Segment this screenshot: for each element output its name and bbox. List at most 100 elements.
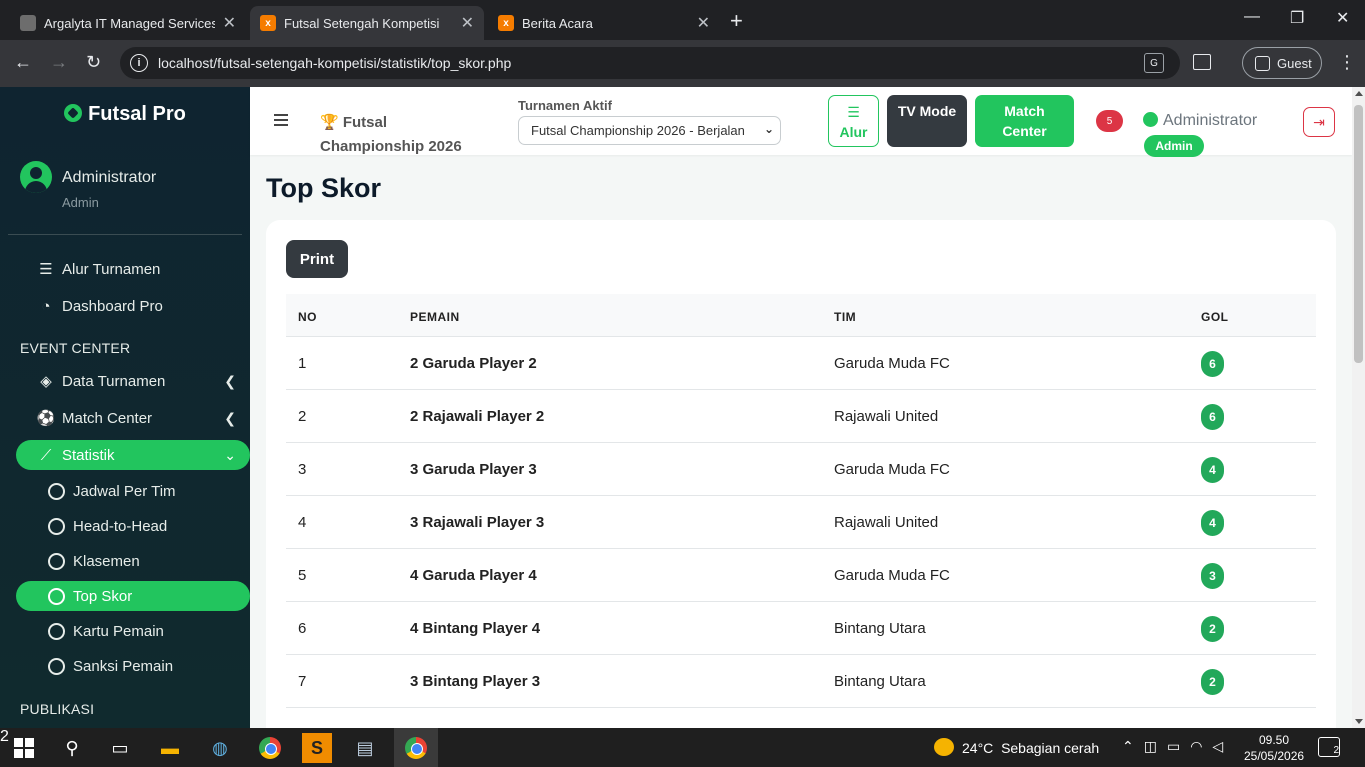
- chrome-app-icon[interactable]: [255, 733, 285, 763]
- sidebar-divider: [8, 234, 242, 235]
- browser-tab[interactable]: x Berita Acara ✕: [488, 6, 720, 40]
- browser-tab[interactable]: Argalyta IT Managed Services & ✕: [10, 6, 246, 40]
- task-view-icon[interactable]: ▭: [105, 733, 135, 763]
- table-row: 5 4 Garuda Player 4 Garuda Muda FC 3: [286, 549, 1316, 602]
- translate-icon[interactable]: G: [1144, 53, 1164, 73]
- sidebar-item-alur-turnamen[interactable]: ☰ Alur Turnamen: [16, 254, 250, 284]
- clock-time: 09.50: [1258, 733, 1290, 747]
- wifi-icon[interactable]: ◠: [1190, 738, 1212, 754]
- logout-icon: ⇥: [1313, 113, 1325, 130]
- table-row: 2 2 Rajawali Player 2 Rajawali United 6: [286, 390, 1316, 443]
- row-no: 3: [298, 461, 307, 478]
- search-icon[interactable]: ⚲: [57, 733, 87, 763]
- column-header-pemain[interactable]: PEMAIN: [410, 310, 460, 324]
- minimize-icon[interactable]: —: [1244, 8, 1260, 26]
- list-icon: ☰: [847, 104, 860, 120]
- match-center-button[interactable]: Match Center: [975, 95, 1074, 147]
- address-bar[interactable]: i localhost/futsal-setengah-kompetisi/st…: [120, 47, 1180, 79]
- circle-icon: [48, 587, 65, 605]
- sidebar-subitem-top-skor[interactable]: Top Skor: [16, 581, 250, 611]
- column-header-gol[interactable]: GOL: [1201, 310, 1229, 324]
- notepad-icon[interactable]: ▤: [350, 733, 380, 763]
- restore-icon[interactable]: ❐: [1290, 8, 1304, 28]
- brand[interactable]: Futsal Pro: [0, 103, 250, 126]
- chevron-down-icon: ⌄: [763, 122, 774, 136]
- window-close-icon[interactable]: ✕: [1336, 8, 1349, 28]
- sublime-text-icon[interactable]: S: [302, 733, 332, 763]
- scrollbar-thumb[interactable]: [1354, 105, 1363, 363]
- browser-tab-active[interactable]: x Futsal Setengah Kompetisi ✕: [250, 6, 484, 40]
- table-row: 3 3 Garuda Player 3 Garuda Muda FC 4: [286, 443, 1316, 496]
- layers-icon: ◈: [40, 373, 52, 390]
- logout-button[interactable]: ⇥: [1303, 107, 1335, 137]
- close-icon[interactable]: ✕: [461, 13, 474, 33]
- site-favicon-icon: x: [498, 15, 514, 31]
- table-row: 6 4 Bintang Player 4 Bintang Utara 2: [286, 602, 1316, 655]
- admin-user-menu[interactable]: Administrator: [1143, 112, 1257, 130]
- notification-badge[interactable]: 5: [1096, 110, 1123, 132]
- hamburger-menu-icon[interactable]: [274, 114, 288, 126]
- navbar-title-text: Futsal Championship 2026: [320, 114, 462, 155]
- site-info-icon[interactable]: i: [130, 54, 148, 72]
- notification-center-icon[interactable]: 2: [1318, 737, 1340, 757]
- sidebar-item-dashboard-pro[interactable]: ◔ Dashboard Pro: [16, 291, 250, 321]
- sidebar-item-statistik[interactable]: ⟋ Statistik ⌄: [16, 440, 250, 470]
- os-taskbar: ⚲ ▭ ▬ ◍ S ▤ 24°C Sebagian cerah 2 ⌃◫▭◠◁ …: [0, 728, 1365, 767]
- chevron-up-icon[interactable]: ⌃: [1122, 738, 1144, 754]
- close-icon[interactable]: ✕: [697, 13, 710, 33]
- table-header: NO PEMAIN TIM GOL: [286, 294, 1316, 337]
- back-arrow-icon[interactable]: ←: [14, 52, 32, 73]
- sidebar-section-publikasi: PUBLIKASI: [20, 701, 95, 717]
- row-tim: Rajawali United: [834, 514, 939, 531]
- taskbar-clock[interactable]: 09.50 25/05/2026: [1244, 732, 1304, 764]
- chrome-icon: [405, 736, 427, 759]
- admin-role-badge: Admin: [1144, 135, 1204, 157]
- sidebar-subitem-klasemen[interactable]: Klasemen: [16, 546, 250, 576]
- row-pemain: 3 Rajawali Player 3: [410, 514, 545, 531]
- gol-badge: 4: [1201, 457, 1224, 483]
- circle-icon: [48, 517, 65, 535]
- forward-arrow-icon[interactable]: →: [50, 52, 68, 73]
- row-no: 2: [298, 408, 307, 425]
- camera-icon[interactable]: ◫: [1144, 738, 1167, 754]
- column-header-no[interactable]: NO: [298, 310, 317, 324]
- sidebar-subitem-jadwal-per-tim[interactable]: Jadwal Per Tim: [16, 476, 250, 506]
- row-no: 4: [298, 514, 307, 531]
- system-tray[interactable]: ⌃◫▭◠◁: [1122, 738, 1233, 755]
- alur-button[interactable]: ☰ Alur: [828, 95, 879, 147]
- profile-button[interactable]: Guest: [1242, 47, 1322, 79]
- sidebar-item-data-turnamen[interactable]: ◈ Data Turnamen ❮: [16, 366, 250, 396]
- scroll-up-arrow-icon[interactable]: [1355, 91, 1363, 96]
- column-header-tim[interactable]: TIM: [834, 310, 856, 324]
- menu-kebab-icon[interactable]: ⋮: [1338, 52, 1356, 73]
- reload-icon[interactable]: ↻: [86, 52, 101, 73]
- file-explorer-icon[interactable]: ▬: [155, 733, 185, 763]
- page-viewport: Futsal Pro Administrator Admin ☰ Alur Tu…: [0, 87, 1365, 728]
- close-icon[interactable]: ✕: [223, 13, 236, 33]
- windows-start-icon[interactable]: [14, 738, 34, 758]
- scroll-down-arrow-icon[interactable]: [1355, 719, 1363, 724]
- sidebar-subitem-kartu-pemain[interactable]: Kartu Pemain: [16, 616, 250, 646]
- network-globe-icon[interactable]: ◍: [205, 733, 235, 763]
- page-scrollbar[interactable]: [1352, 87, 1365, 728]
- chrome-active-app-icon[interactable]: [394, 728, 438, 767]
- sidebar-subitem-label: Sanksi Pemain: [73, 657, 174, 675]
- sidebar-subitem-sanksi-pemain[interactable]: Sanksi Pemain: [16, 651, 250, 681]
- turnamen-select[interactable]: Futsal Championship 2026 - Berjalan ⌄: [518, 116, 781, 145]
- gol-badge: 3: [1201, 563, 1224, 589]
- tv-mode-button[interactable]: TV Mode: [887, 95, 967, 147]
- row-pemain: 3 Garuda Player 3: [410, 461, 537, 478]
- row-pemain: 3 Bintang Player 3: [410, 673, 541, 690]
- new-tab-plus-icon[interactable]: +: [730, 8, 743, 34]
- sidebar-item-match-center[interactable]: ⚽ Match Center ❮: [16, 403, 250, 433]
- chevron-down-icon: ⌄: [224, 446, 236, 463]
- tab-search-icon[interactable]: [1193, 54, 1211, 70]
- user-circle-icon: [1143, 112, 1158, 127]
- battery-icon[interactable]: ▭: [1167, 738, 1190, 754]
- row-tim: Garuda Muda FC: [834, 567, 950, 584]
- volume-icon[interactable]: ◁: [1212, 738, 1233, 754]
- weather-widget[interactable]: 24°C Sebagian cerah: [934, 738, 1099, 756]
- weather-desc: Sebagian cerah: [1001, 740, 1100, 756]
- sidebar-subitem-head-to-head[interactable]: Head-to-Head: [16, 511, 250, 541]
- print-button[interactable]: Print: [286, 240, 348, 278]
